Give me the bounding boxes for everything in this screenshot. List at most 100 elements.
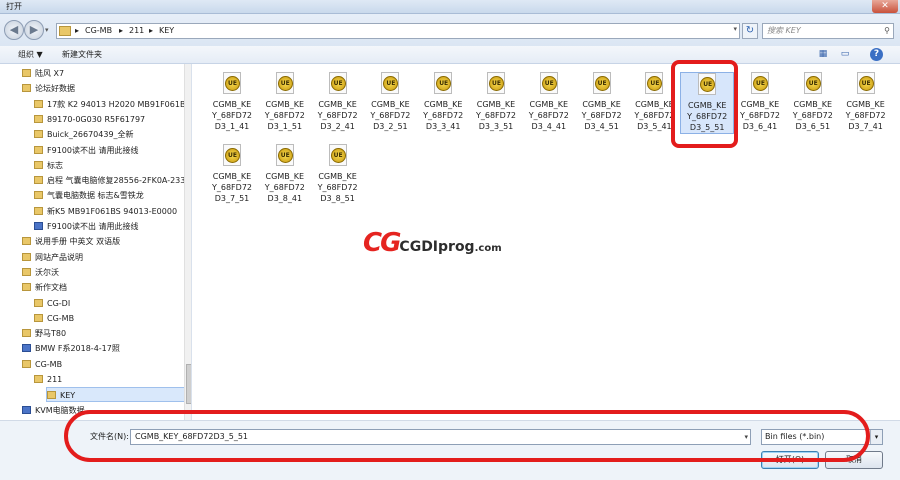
file-name: CGMB_KE Y_68FD72 D3_2_51 — [363, 99, 417, 132]
file-name-line: CGMB_KE — [212, 100, 252, 109]
help-icon[interactable]: ? — [870, 48, 883, 61]
tree-item[interactable]: BMW F系2018-4-17照 — [22, 341, 120, 356]
file-item[interactable]: UE CGMB_KE Y_68FD72 D3_3_41 — [416, 72, 470, 132]
folder-icon — [34, 176, 43, 185]
file-item[interactable]: UE CGMB_KE Y_68FD72 D3_3_51 — [469, 72, 523, 132]
tree-item[interactable]: Buick_26670439_全新 — [34, 127, 134, 142]
tree-item-label: 说用手册 中英文 双语版 — [35, 237, 121, 247]
address-bar[interactable]: ▸ CG-MB ▸ 211 ▸ KEY ▾ — [56, 23, 740, 39]
file-name-line: Y_68FD72 — [581, 111, 622, 120]
tree-item[interactable]: F9100读不出 请用此接线 — [34, 219, 139, 234]
file-name: CGMB_KE Y_68FD72 D3_3_51 — [469, 99, 523, 132]
refresh-icon[interactable]: ↻ — [742, 23, 758, 39]
ultraedit-file-icon: UE — [856, 72, 875, 94]
tree-item[interactable]: KEY — [46, 387, 191, 403]
file-name-line: Y_68FD72 — [475, 111, 516, 120]
folder-icon — [22, 359, 31, 368]
chevron-down-icon[interactable]: ▾ — [733, 25, 737, 33]
tree-item[interactable]: F9100读不出 请用此接线 — [34, 143, 139, 158]
tree-item[interactable]: 沃尔沃 — [22, 265, 59, 280]
tree-item[interactable]: 211 — [34, 372, 62, 387]
folder-icon — [34, 191, 43, 200]
tree-item[interactable]: 野马T80 — [22, 326, 66, 341]
tree-item[interactable]: 说用手册 中英文 双语版 — [22, 234, 120, 249]
folder-icon — [34, 114, 43, 123]
file-name-line: D3_2_41 — [320, 122, 355, 131]
tree-item[interactable]: 陆风 X7 — [22, 66, 64, 81]
tree-item[interactable]: 新作文档 — [22, 280, 67, 295]
file-item[interactable]: UE CGMB_KE Y_68FD72 D3_7_51 — [205, 144, 259, 204]
tree-item[interactable]: 网站产品说明 — [22, 250, 83, 265]
file-name-line: CGMB_KE — [476, 100, 516, 109]
file-name-line: D3_8_51 — [320, 194, 355, 203]
breadcrumb-key[interactable]: KEY — [159, 26, 174, 35]
forward-button[interactable]: ▶ — [24, 20, 44, 40]
ultraedit-file-icon: UE — [381, 72, 400, 94]
tree-item-label: 陆风 X7 — [35, 69, 65, 78]
tree-item[interactable]: 89170-0G030 R5F61797 — [34, 112, 145, 127]
folder-icon — [34, 130, 43, 139]
tree-item-label: 气囊电脑数据 标志&雪铁龙 — [47, 191, 144, 201]
new-folder-button[interactable]: 新建文件夹 — [62, 49, 102, 60]
folder-icon — [22, 237, 31, 246]
file-item[interactable]: UE CGMB_KE Y_68FD72 D3_1_51 — [258, 72, 312, 132]
file-item[interactable]: UE CGMB_KE Y_68FD72 D3_4_41 — [522, 72, 576, 132]
breadcrumb-cgmb[interactable]: CG-MB — [85, 26, 112, 35]
tree-item[interactable]: 新K5 MB91F061BS 94013-E0000 — [34, 204, 177, 219]
highlight-oval — [64, 410, 870, 462]
file-item[interactable]: UE CGMB_KE Y_68FD72 D3_2_41 — [311, 72, 365, 132]
close-button[interactable]: ✕ — [872, 0, 898, 13]
ultraedit-file-icon: UE — [539, 72, 558, 94]
tree-item[interactable]: CG-MB — [34, 311, 74, 326]
file-name: CGMB_KE Y_68FD72 D3_7_51 — [205, 171, 259, 204]
file-item[interactable]: UE CGMB_KE Y_68FD72 D3_6_51 — [786, 72, 840, 132]
organize-button[interactable]: 组织 ▼ — [18, 49, 43, 60]
address-row: ◀ ▶ ▾ ▸ CG-MB ▸ 211 ▸ KEY ▾ ↻ 搜索 KEY ⚲ — [0, 14, 900, 46]
highlight-box — [671, 60, 738, 148]
tree-item[interactable]: 气囊电脑数据 标志&雪铁龙 — [34, 188, 144, 203]
tree-item[interactable]: 启程 气囊电脑修复28556-2FK0A-2336 — [34, 173, 190, 188]
ue-logo-icon: UE — [858, 76, 874, 91]
folder-icon — [22, 252, 31, 261]
tree-item[interactable]: 标志 — [34, 158, 63, 173]
file-list: UE CGMB_KE Y_68FD72 D3_1_41 UE CGMB_KE Y_68FD7… — [193, 60, 900, 420]
chevron-down-icon[interactable]: ▾ — [870, 430, 882, 444]
file-item[interactable]: UE CGMB_KE Y_68FD72 D3_8_41 — [258, 144, 312, 204]
tree-item-label: 89170-0G030 R5F61797 — [47, 114, 146, 124]
back-button[interactable]: ◀ — [4, 20, 24, 40]
tree-item[interactable]: 论坛好数据 — [22, 81, 75, 96]
file-item[interactable]: UE CGMB_KE Y_68FD72 D3_4_51 — [575, 72, 629, 132]
ultraedit-file-icon: UE — [434, 72, 453, 94]
folder-icon — [34, 313, 43, 322]
file-item[interactable]: UE CGMB_KE Y_68FD72 D3_2_51 — [363, 72, 417, 132]
file-name-line: CGMB_KE — [423, 100, 463, 109]
ue-logo-icon: UE — [330, 76, 346, 91]
file-name-line: D3_4_41 — [531, 122, 567, 131]
tree-item[interactable]: CG-MB — [22, 357, 62, 372]
file-item[interactable]: UE CGMB_KE Y_68FD72 D3_6_41 — [733, 72, 787, 132]
sidebar-scrollbar[interactable] — [184, 64, 191, 420]
search-input[interactable]: 搜索 KEY ⚲ — [762, 23, 894, 39]
breadcrumb-211[interactable]: 211 — [129, 26, 144, 35]
file-name: CGMB_KE Y_68FD72 D3_8_41 — [258, 171, 312, 204]
file-name: CGMB_KE Y_68FD72 D3_3_41 — [416, 99, 470, 132]
file-item[interactable]: UE CGMB_KE Y_68FD72 D3_8_51 — [311, 144, 365, 204]
scrollbar-thumb[interactable] — [186, 364, 191, 404]
file-name: CGMB_KE Y_68FD72 D3_7_41 — [839, 99, 893, 132]
tree-item[interactable]: 17款 K2 94013 H2020 MB91F061BS — [34, 97, 190, 112]
tree-item-label: 新K5 MB91F061BS 94013-E0000 — [47, 206, 178, 216]
tree-item[interactable]: CG-DI — [34, 296, 70, 311]
chevron-down-icon[interactable]: ▾ — [45, 26, 49, 34]
preview-pane-icon[interactable]: ▭ — [838, 48, 852, 61]
file-name: CGMB_KE Y_68FD72 D3_6_41 — [733, 99, 787, 132]
view-options-icon[interactable]: ▦ — [816, 48, 830, 61]
file-name-line: D3_3_41 — [425, 122, 461, 131]
file-name-line: Y_68FD72 — [423, 111, 464, 120]
file-name-line: Y_68FD72 — [845, 111, 886, 120]
ue-logo-icon: UE — [225, 148, 240, 163]
breadcrumb-separator: ▸ — [149, 26, 154, 35]
toolbar: 组织 ▼ 新建文件夹 ▦ ▭ ? — [0, 46, 900, 64]
file-item[interactable]: UE CGMB_KE Y_68FD72 D3_7_41 — [839, 72, 893, 132]
file-item[interactable]: UE CGMB_KE Y_68FD72 D3_1_41 — [205, 72, 259, 132]
file-name: CGMB_KE Y_68FD72 D3_4_51 — [575, 99, 629, 132]
